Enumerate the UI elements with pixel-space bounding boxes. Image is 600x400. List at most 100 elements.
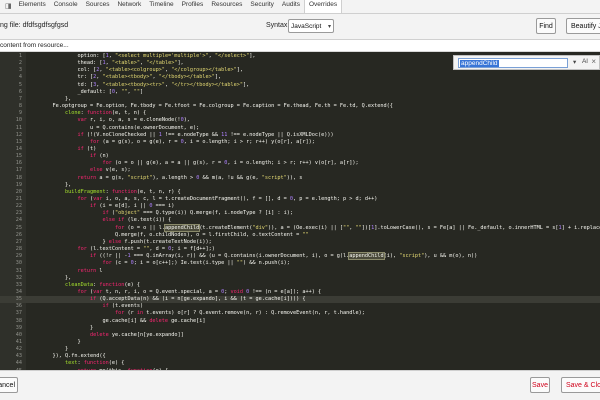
line-number: 5 bbox=[18, 81, 22, 88]
tab-network[interactable]: Network bbox=[113, 0, 145, 13]
line-number: 26 bbox=[15, 231, 22, 238]
dock-icon[interactable]: ◨ bbox=[2, 1, 15, 13]
code-line[interactable]: 40 delete ye.cache[n[ye.expando]] bbox=[0, 332, 600, 339]
tab-elements[interactable]: Elements bbox=[15, 0, 50, 13]
line-number: 3 bbox=[18, 67, 22, 74]
code-line[interactable]: 6 _default: [0, "", ""] bbox=[0, 89, 600, 96]
code-text: if (Q.acceptData(n) && (i = n[ge.expando… bbox=[89, 296, 306, 303]
code-line[interactable]: 27 } else f.push(t.createTextNode(i)); bbox=[0, 239, 600, 246]
line-number: 19 bbox=[15, 181, 22, 188]
code-text: } bbox=[40, 339, 81, 345]
resource-info-bar: content from resource... bbox=[0, 40, 600, 52]
code-line[interactable]: 35 if (Q.acceptData(n) && (i = n[ge.expa… bbox=[0, 296, 600, 304]
cancel-button[interactable]: Cancel bbox=[0, 377, 18, 393]
code-text: buildFragment: function(e, t, n, r) { bbox=[65, 188, 181, 195]
close-icon[interactable]: × bbox=[591, 57, 596, 66]
code-line[interactable]: 17 else v(e, s); bbox=[0, 167, 600, 174]
code-line[interactable]: 42 } bbox=[0, 346, 600, 353]
code-line[interactable]: 32 }, bbox=[0, 275, 600, 282]
code-text: option: [1, "<select multiple='multiple'… bbox=[40, 53, 256, 59]
code-text: }), Q.fn.extend({ bbox=[40, 353, 106, 360]
line-number: 2 bbox=[18, 60, 22, 67]
code-text: if (t.events) bbox=[102, 303, 144, 310]
chevron-down-icon[interactable]: ▾ bbox=[573, 58, 576, 66]
code-text: return a = g(s, "script"), a.length > 0 … bbox=[77, 174, 303, 181]
find-input[interactable]: appendChild bbox=[458, 58, 568, 68]
code-text: return l bbox=[77, 267, 103, 274]
beautify-js-button[interactable]: Beautify JS bbox=[566, 18, 600, 34]
find-button[interactable]: Find bbox=[536, 18, 556, 34]
syntax-select[interactable]: JavaScript ▾ bbox=[288, 19, 334, 33]
code-text: col: [2, "<table><colgroup>", "</colgrou… bbox=[40, 67, 244, 74]
code-text: _default: [0, "", ""] bbox=[40, 88, 144, 95]
code-line[interactable]: 4 tr: [2, "<table><tbody>", "</tbody></t… bbox=[0, 74, 600, 81]
code-text: } else f.push(t.createTextNode(i)); bbox=[40, 238, 212, 245]
line-number: 35 bbox=[15, 296, 22, 303]
tab-overrides[interactable]: Overrides bbox=[303, 0, 343, 13]
code-line[interactable]: 26 Q.merge(f, o.childNodes), o = l.first… bbox=[0, 232, 600, 239]
tab-resources[interactable]: Resources bbox=[207, 0, 246, 13]
code-line[interactable]: 22 if (i = e[d], i || 0 === i) bbox=[0, 203, 600, 210]
code-line[interactable]: 30 for (c = 0; i = o[c++];) Ie.test(i.ty… bbox=[0, 260, 600, 267]
code-line[interactable]: 37 for (r in t.events) o[r] ? Q.event.re… bbox=[0, 310, 600, 317]
code-line[interactable]: 12 if (!(V.noCloneChecked || 1 !== e.nod… bbox=[0, 132, 600, 139]
save-button[interactable]: Save bbox=[530, 377, 550, 393]
code-line[interactable]: 11 u = Q.contains(e.ownerDocument, e); bbox=[0, 125, 600, 132]
tab-profiles[interactable]: Profiles bbox=[178, 0, 208, 13]
code-line[interactable]: 33 cleanData: function(e) { bbox=[0, 282, 600, 289]
code-line[interactable]: 36 if (t.events) bbox=[0, 303, 600, 310]
code-line[interactable]: 24 else if (le.test(i)) { bbox=[0, 217, 600, 224]
code-text: else v(e, s); bbox=[89, 167, 131, 174]
code-line[interactable]: 7 }, bbox=[0, 96, 600, 103]
code-text: if ((!r || -1 === Q.inArray(i, r)) && (u… bbox=[89, 252, 478, 261]
code-line[interactable]: 25 for (o = o || l.appendChild(t.createE… bbox=[0, 223, 600, 232]
find-widget: appendChild ▾ Al × bbox=[453, 55, 600, 70]
code-line[interactable]: 21 for (var i, o, a, s, c, l = t.createD… bbox=[0, 196, 600, 203]
code-line[interactable]: 38 ge.cache[i] && delete ge.cache[i] bbox=[0, 318, 600, 325]
code-line[interactable]: 14 if (t) bbox=[0, 146, 600, 153]
line-number: 33 bbox=[15, 281, 22, 288]
code-text: thead: [1, "<table>", "</table>"], bbox=[40, 60, 184, 67]
code-text: }, bbox=[40, 95, 72, 102]
resource-info-text: content from resource... bbox=[0, 42, 69, 49]
tab-timeline[interactable]: Timeline bbox=[145, 0, 177, 13]
code-line[interactable]: 20 buildFragment: function(e, t, n, r) { bbox=[0, 189, 600, 196]
code-text: for (c = 0; i = o[c++];) Ie.test(i.type … bbox=[102, 260, 290, 267]
code-line[interactable]: 13 for (a = g(s), o = g(e), r = 0, i = o… bbox=[0, 139, 600, 146]
code-line[interactable]: 31 return l bbox=[0, 268, 600, 275]
code-line[interactable]: 9 clone: function(e, t, n) { bbox=[0, 110, 600, 117]
tab-console[interactable]: Console bbox=[50, 0, 82, 13]
code-line[interactable]: 43 }), Q.fn.extend({ bbox=[0, 353, 600, 360]
save-close-button[interactable]: Save & Close bbox=[561, 377, 600, 393]
code-text: }, bbox=[40, 274, 72, 281]
code-text: Q.merge(f, o.childNodes), o = l.firstChi… bbox=[40, 231, 309, 238]
chevron-down-icon: ▾ bbox=[327, 24, 331, 30]
code-line[interactable]: 15 if (n) bbox=[0, 153, 600, 160]
code-line[interactable]: 29 if ((!r || -1 === Q.inArray(i, r)) &&… bbox=[0, 252, 600, 261]
code-text: Fe.optgroup = Fe.option, Fe.tbody = Fe.t… bbox=[40, 103, 393, 110]
line-number: 36 bbox=[15, 303, 22, 310]
tab-sources[interactable]: Sources bbox=[82, 0, 114, 13]
code-line[interactable]: 10 var r, i, o, a, s = e.cloneNode(!0), bbox=[0, 117, 600, 124]
code-text: else if (le.test(i)) { bbox=[102, 217, 172, 224]
code-line[interactable]: 18 return a = g(s, "script"), a.length >… bbox=[0, 175, 600, 182]
code-line[interactable]: 16 for (o = o || g(e), a = a || g(s), r … bbox=[0, 160, 600, 167]
code-line[interactable]: 39 } bbox=[0, 325, 600, 332]
code-line[interactable]: 23 if ("object" === Q.type(i)) Q.merge(f… bbox=[0, 210, 600, 217]
code-line[interactable]: 19 }, bbox=[0, 182, 600, 189]
code-line[interactable]: 5 td: [3, "<table><tbody><tr>", "</tr></… bbox=[0, 82, 600, 89]
code-text: for (var t, n, r, i, o = Q.event.special… bbox=[77, 288, 322, 295]
code-text: delete ye.cache[n[ye.expando]] bbox=[89, 331, 184, 338]
code-line[interactable]: 8 Fe.optgroup = Fe.option, Fe.tbody = Fe… bbox=[0, 103, 600, 110]
tab-audits[interactable]: Audits bbox=[278, 0, 304, 13]
line-number: 20 bbox=[15, 188, 22, 195]
code-line[interactable]: 41 } bbox=[0, 339, 600, 346]
code-text: td: [3, "<table><tbody><tr>", "</tr></tb… bbox=[40, 81, 250, 88]
code-line[interactable]: 44 text: function(e) { bbox=[0, 360, 600, 367]
find-all-option[interactable]: Al bbox=[582, 58, 588, 65]
line-number: 16 bbox=[15, 160, 22, 167]
tab-security[interactable]: Security bbox=[246, 0, 277, 13]
code-editor[interactable]: 1 option: [1, "<select multiple='multipl… bbox=[0, 52, 600, 370]
code-line[interactable]: 34 for (var t, n, r, i, o = Q.event.spec… bbox=[0, 289, 600, 296]
line-number: 28 bbox=[15, 246, 22, 253]
